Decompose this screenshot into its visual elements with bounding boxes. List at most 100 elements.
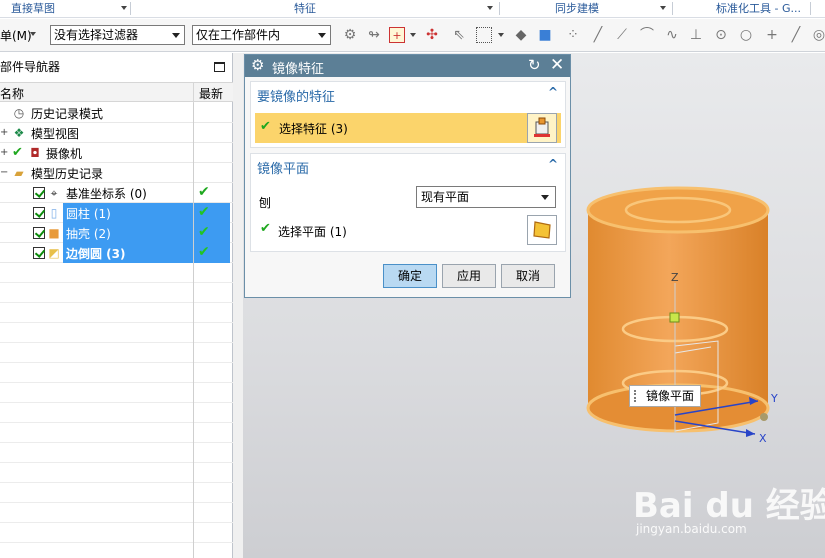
- visibility-checkbox[interactable]: [33, 247, 45, 259]
- cancel-button[interactable]: 取消: [501, 264, 555, 288]
- empty-row: [0, 483, 233, 503]
- tree-node-model-history[interactable]: − ▰ 模型历史记录: [0, 163, 233, 183]
- ribbon-group-direct-sketch[interactable]: 直接草图: [11, 0, 55, 18]
- expand-icon[interactable]: +: [0, 127, 8, 138]
- select-feature-row[interactable]: ✔ 选择特征 (3): [255, 113, 561, 143]
- solid-body-icon[interactable]: ■: [537, 27, 553, 43]
- plane-icon: [533, 221, 551, 239]
- deselect-icon[interactable]: ⇖: [451, 27, 467, 43]
- intersection-curve-icon[interactable]: ⊥: [688, 27, 704, 43]
- chevron-up-icon[interactable]: ^: [548, 85, 558, 99]
- close-icon[interactable]: ✕: [550, 55, 564, 75]
- offset-curve-icon[interactable]: ◎: [811, 27, 825, 43]
- chevron-down-icon[interactable]: [30, 32, 36, 36]
- point-on-curve-icon[interactable]: ✣: [424, 27, 440, 43]
- checkmark-icon: ✔: [198, 204, 210, 220]
- visibility-checkbox[interactable]: [33, 187, 45, 199]
- shaded-body-icon[interactable]: ◆: [513, 27, 529, 43]
- ok-button[interactable]: 确定: [383, 264, 437, 288]
- section-title[interactable]: 要镜像的特征: [257, 86, 335, 105]
- tree-node-cylinder[interactable]: ▯ 圆柱 (1) ✔: [0, 203, 233, 223]
- ribbon-group-sync-modeling[interactable]: 同步建模: [555, 0, 599, 18]
- visibility-checkbox[interactable]: [33, 227, 45, 239]
- tree-node-model-views[interactable]: + ❖ 模型视图: [0, 123, 233, 143]
- wave-link-icon[interactable]: ↬: [366, 27, 382, 43]
- chevron-down-icon[interactable]: [498, 33, 504, 37]
- select-plane-label[interactable]: 选择平面 (1): [278, 223, 347, 240]
- rectangle-select-icon[interactable]: [476, 27, 492, 43]
- selection-scope-select[interactable]: 仅在工作部件内: [192, 25, 331, 45]
- line-icon[interactable]: ╱: [590, 27, 606, 43]
- ribbon-group-bar: 直接草图 特征 同步建模 标准化工具 - G...: [0, 0, 825, 18]
- line-tangent-icon[interactable]: ⟋: [614, 27, 630, 43]
- tree-node-label: 基准坐标系 (0): [66, 187, 147, 201]
- reset-icon[interactable]: ↻: [528, 56, 541, 74]
- collapse-icon[interactable]: −: [0, 167, 8, 178]
- point-icon[interactable]: +: [764, 27, 780, 43]
- points-cloud-icon[interactable]: ⁘: [565, 27, 581, 43]
- chevron-down-icon[interactable]: [660, 6, 666, 10]
- x-axis-label: X: [759, 432, 767, 445]
- assembly-icon[interactable]: ⚙: [342, 27, 358, 43]
- circle-icon[interactable]: ○: [738, 27, 754, 43]
- tree-node-datum-csys[interactable]: ⌖ 基准坐标系 (0) ✔: [0, 183, 233, 203]
- checkmark-icon: ✔: [198, 224, 210, 240]
- type-filter-select[interactable]: 没有选择过滤器: [50, 25, 185, 45]
- tree-node-shell[interactable]: ■ 抽壳 (2) ✔: [0, 223, 233, 243]
- expand-icon[interactable]: +: [0, 147, 8, 158]
- select-plane-button[interactable]: [527, 215, 557, 245]
- cylinder-body[interactable]: [588, 208, 768, 408]
- visibility-checkbox[interactable]: [33, 207, 45, 219]
- empty-row: [0, 303, 233, 323]
- ribbon-group-standard-tools[interactable]: 标准化工具 - G...: [716, 0, 801, 18]
- spline-icon[interactable]: ∿: [664, 27, 680, 43]
- plane-option-label: 刨: [259, 196, 272, 210]
- tree-node-history-mode[interactable]: ◷ 历史记录模式: [0, 103, 233, 123]
- origin-handle[interactable]: [669, 312, 680, 323]
- dialog-title: 镜像特征: [272, 62, 325, 77]
- diagonal-line-icon[interactable]: ╱: [788, 27, 804, 43]
- ribbon-separator: [672, 2, 673, 15]
- baidu-watermark-url: jingyan.baidu.com: [636, 522, 747, 536]
- empty-row: [0, 403, 233, 423]
- snap-point-icon[interactable]: +: [389, 27, 405, 43]
- empty-row: [0, 323, 233, 343]
- column-latest-header[interactable]: 最新: [199, 85, 223, 102]
- section-title[interactable]: 镜像平面: [257, 158, 309, 177]
- empty-row: [0, 523, 233, 543]
- baidu-watermark: Bai du 经验: [633, 486, 825, 526]
- chevron-down-icon: [318, 33, 326, 38]
- chevron-up-icon[interactable]: ^: [548, 157, 558, 171]
- apply-button[interactable]: 应用: [442, 264, 496, 288]
- column-name-header[interactable]: 名称: [0, 85, 24, 102]
- tree-node-label: 抽壳 (2): [66, 227, 111, 241]
- column-divider[interactable]: [193, 83, 194, 103]
- ribbon-separator: [499, 2, 500, 15]
- gear-icon[interactable]: ⚙: [251, 56, 264, 74]
- select-feature-button[interactable]: [527, 113, 557, 143]
- arc-icon[interactable]: ⌒: [639, 27, 655, 43]
- maximize-icon[interactable]: [214, 62, 225, 72]
- plane-type-select[interactable]: 现有平面: [416, 186, 556, 208]
- y-axis-label: Y: [770, 392, 778, 405]
- splitter[interactable]: [233, 53, 243, 558]
- checkmark-icon: ✔: [260, 119, 271, 134]
- shell-icon: ■: [47, 226, 61, 240]
- dialog-title-bar[interactable]: ⚙ 镜像特征 ↻ ✕: [245, 55, 570, 77]
- cylinder-top-face[interactable]: [586, 186, 770, 234]
- tree-node-cameras[interactable]: + ✔ ◘ 摄像机: [0, 143, 233, 163]
- chevron-down-icon[interactable]: [121, 6, 127, 10]
- ribbon-group-feature[interactable]: 特征: [294, 0, 316, 18]
- viewport-tooltip: 镜像平面: [629, 385, 702, 407]
- part-navigator: 部件导航器 名称 最新 ◷ 历史记录模式 + ❖ 模型视图 + ✔ ◘ 摄像机 …: [0, 53, 233, 558]
- model-views-icon: ❖: [13, 126, 25, 140]
- axis-handle-icon[interactable]: [760, 413, 768, 421]
- menu-button[interactable]: 单(M): [0, 27, 32, 44]
- tree-node-edge-blend[interactable]: ◩ 边倒圆 (3) ✔: [0, 243, 233, 263]
- chevron-down-icon[interactable]: [487, 6, 493, 10]
- chevron-down-icon[interactable]: [410, 33, 416, 37]
- checkmark-icon: ✔: [198, 244, 210, 260]
- circle-center-icon[interactable]: ⊙: [713, 27, 729, 43]
- tree-node-label: 摄像机: [46, 147, 83, 161]
- empty-row: [0, 443, 233, 463]
